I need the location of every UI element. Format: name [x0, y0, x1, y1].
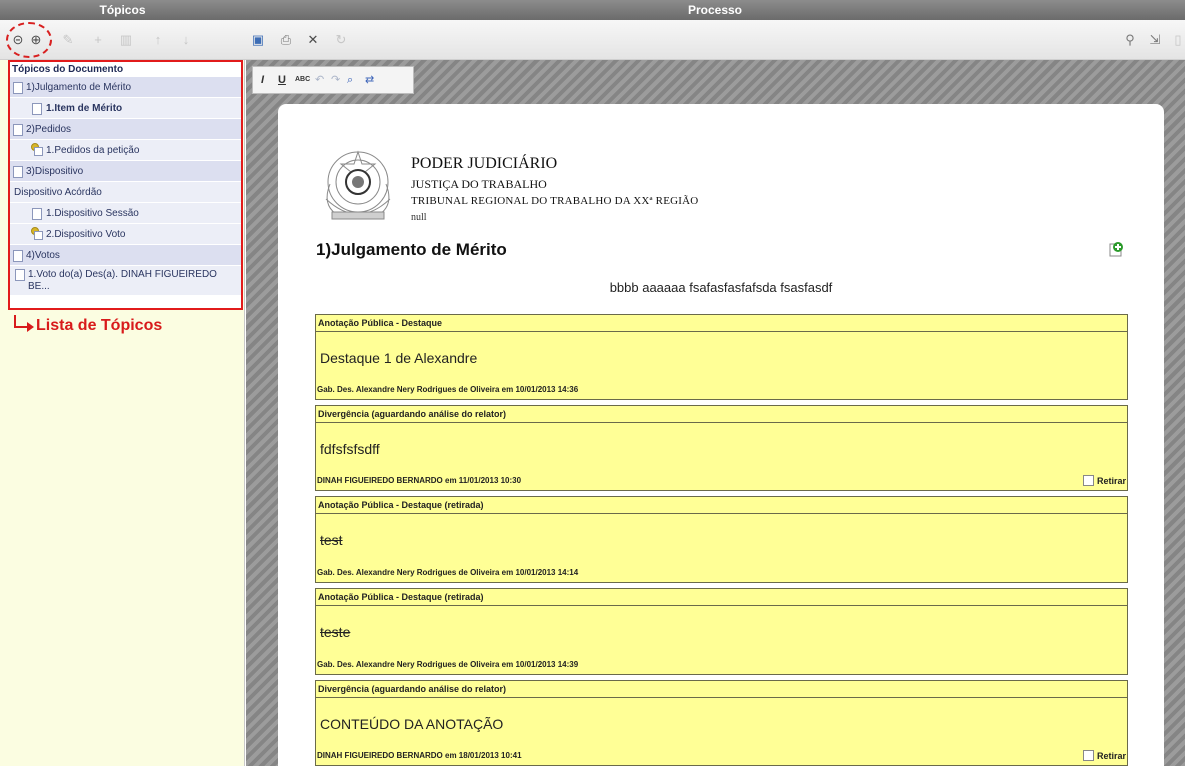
find-icon[interactable]: ⌕: [347, 73, 353, 87]
court-region: TRIBUNAL REGIONAL DO TRABALHO DA XXª REG…: [411, 195, 699, 207]
search-icon[interactable]: ⚲: [1122, 32, 1138, 48]
annotated-document-icon: [31, 227, 43, 240]
topics-heading: Tópicos do Documento: [12, 64, 124, 75]
section-title: 1)Julgamento de Mérito: [316, 240, 507, 259]
annotated-document-icon: [31, 143, 43, 156]
refresh-icon[interactable]: ↻: [333, 32, 349, 48]
annotation-header: Anotação Pública - Destaque (retirada): [316, 589, 1127, 606]
main-toolbar: ⊝ ⊕ ✎ + ▥ ↑ ↓ ▣ ⎙ ✕ ↻ ⚲ ⇲ ▯: [0, 20, 1185, 60]
annotation-card: Divergência (aguardando análise do relat…: [315, 680, 1128, 766]
annotation-body: CONTEÚDO DA ANOTAÇÃO: [320, 716, 504, 732]
annotation-footer: Gab. Des. Alexandre Nery Rodrigues de Ol…: [317, 660, 579, 669]
retirar-label: Retirar: [1096, 750, 1126, 761]
add-note-icon[interactable]: ✎: [60, 32, 76, 48]
add-icon[interactable]: +: [90, 32, 106, 48]
topics-tree: Tópicos do Documento 1)Julgamento de Mér…: [8, 60, 243, 310]
retirar-label: Retirar: [1096, 475, 1126, 486]
page-icon[interactable]: ▯: [1170, 32, 1185, 48]
export-icon[interactable]: ⇲: [1147, 32, 1163, 48]
annotation-footer: Gab. Des. Alexandre Nery Rodrigues de Ol…: [317, 568, 579, 577]
document-page: PODER JUDICIÁRIO JUSTIÇA DO TRABALHO TRI…: [278, 104, 1164, 766]
topics-pane: Tópicos do Documento 1)Julgamento de Mér…: [0, 60, 245, 766]
format-toolbar: I U ABC ↶ ↷ ⌕ ⇄: [252, 66, 414, 94]
document-icon: [15, 269, 25, 281]
replace-icon[interactable]: ⇄: [365, 73, 374, 87]
tree-item-label: 2.Dispositivo Voto: [46, 229, 126, 240]
annotation-body: test: [320, 532, 343, 548]
document-icon: [32, 103, 42, 115]
tree-item-label: 1)Julgamento de Mérito: [26, 82, 132, 93]
tree-item-pedidos-peticao[interactable]: 1.Pedidos da petição: [10, 140, 241, 161]
document-icon: [13, 250, 23, 262]
move-up-icon[interactable]: ↑: [150, 32, 166, 48]
tree-item-dispositivo-acordao[interactable]: Dispositivo Acórdão: [10, 182, 241, 203]
fullscreen-icon[interactable]: ✕: [305, 32, 321, 48]
underline-icon[interactable]: U: [278, 73, 286, 87]
retirar-checkbox[interactable]: Retirar: [1082, 475, 1126, 486]
tree-item-label: 1.Pedidos da petição: [46, 145, 140, 156]
title-bar: Tópicos Processo: [0, 0, 1185, 20]
tree-item-label: 1.Dispositivo Sessão: [46, 208, 139, 219]
annotation-card: Divergência (aguardando análise do relat…: [315, 405, 1128, 491]
tree-item-voto-dinah[interactable]: 1.Voto do(a) Des(a). DINAH FIGUEIREDO BE…: [10, 266, 241, 296]
tree-item-label: 1.Voto do(a) Des(a). DINAH FIGUEIREDO BE…: [28, 269, 217, 292]
delete-icon[interactable]: ▥: [118, 32, 134, 48]
retirar-checkbox[interactable]: Retirar: [1082, 750, 1126, 761]
topics-pane-title: Tópicos: [99, 3, 146, 17]
annotation-body: fdfsfsfsdff: [320, 441, 380, 457]
annotation-header: Anotação Pública - Destaque (retirada): [316, 497, 1127, 514]
spellcheck-icon[interactable]: ABC: [295, 73, 310, 87]
annotation-footer: Gab. Des. Alexandre Nery Rodrigues de Ol…: [317, 385, 579, 394]
italic-icon[interactable]: I: [261, 73, 264, 87]
annotation-header: Divergência (aguardando análise do relat…: [316, 406, 1127, 423]
checkbox-box[interactable]: [1082, 750, 1094, 761]
section-content[interactable]: bbbb aaaaaa fsafasfasfafsda fsasfasdf: [278, 280, 1164, 295]
tree-item-label: 3)Dispositivo: [26, 166, 84, 177]
tree-item-label: 4)Votos: [26, 250, 60, 261]
process-pane: I U ABC ↶ ↷ ⌕ ⇄ PODER JUDICIÁRIO JUSTIÇA…: [246, 60, 1185, 766]
checkbox-box[interactable]: [1082, 475, 1094, 486]
annotation-label: Lista de Tópicos: [36, 317, 163, 334]
annotation-header: Divergência (aguardando análise do relat…: [316, 681, 1127, 698]
document-icon: [32, 208, 42, 220]
court-name: PODER JUDICIÁRIO: [411, 155, 558, 172]
brazil-coat-of-arms-icon: [325, 150, 391, 220]
tree-item-item-merito[interactable]: 1.Item de Mérito: [10, 98, 241, 119]
tree-item-votos[interactable]: 4)Votos: [10, 245, 241, 266]
annotation-card: Anotação Pública - Destaque (retirada) t…: [315, 496, 1128, 583]
app-window: Tópicos Processo ⊝ ⊕ ✎ + ▥ ↑ ↓ ▣ ⎙ ✕ ↻ ⚲…: [0, 0, 1185, 766]
annotation-footer: DINAH FIGUEIREDO BERNARDO em 11/01/2013 …: [317, 476, 522, 485]
court-extra: null: [411, 212, 427, 223]
add-annotation-icon[interactable]: [1108, 241, 1124, 257]
document-icon: [13, 166, 23, 178]
tree-item-julgamento[interactable]: 1)Julgamento de Mérito: [10, 77, 241, 98]
save-icon[interactable]: ▣: [250, 32, 266, 48]
court-branch: JUSTIÇA DO TRABALHO: [411, 177, 547, 191]
tree-item-label: 2)Pedidos: [26, 124, 72, 135]
tree-item-dispositivo[interactable]: 3)Dispositivo: [10, 161, 241, 182]
tree-item-dispositivo-sessao[interactable]: 1.Dispositivo Sessão: [10, 203, 241, 224]
annotation-card: Anotação Pública - Destaque (retirada) t…: [315, 588, 1128, 675]
undo-icon[interactable]: ↶: [315, 73, 324, 87]
annotation-footer: DINAH FIGUEIREDO BERNARDO em 18/01/2013 …: [317, 751, 522, 760]
tree-item-label: 1.Item de Mérito: [46, 103, 123, 114]
document-icon: [13, 82, 23, 94]
annotation-body: Destaque 1 de Alexandre: [320, 350, 478, 366]
tree-item-dispositivo-voto[interactable]: 2.Dispositivo Voto: [10, 224, 241, 245]
tree-item-pedidos[interactable]: 2)Pedidos: [10, 119, 241, 140]
process-pane-title: Processo: [687, 3, 743, 17]
move-down-icon[interactable]: ↓: [178, 32, 194, 48]
annotation-header: Anotação Pública - Destaque: [316, 315, 1127, 332]
print-icon[interactable]: ⎙: [278, 32, 294, 48]
annotation-body: teste: [320, 624, 351, 640]
document-icon: [13, 124, 23, 136]
redo-icon[interactable]: ↷: [331, 73, 340, 87]
tree-item-label: Dispositivo Acórdão: [14, 187, 102, 198]
highlight-circle: [6, 22, 52, 58]
annotation-card: Anotação Pública - Destaque Destaque 1 d…: [315, 314, 1128, 400]
